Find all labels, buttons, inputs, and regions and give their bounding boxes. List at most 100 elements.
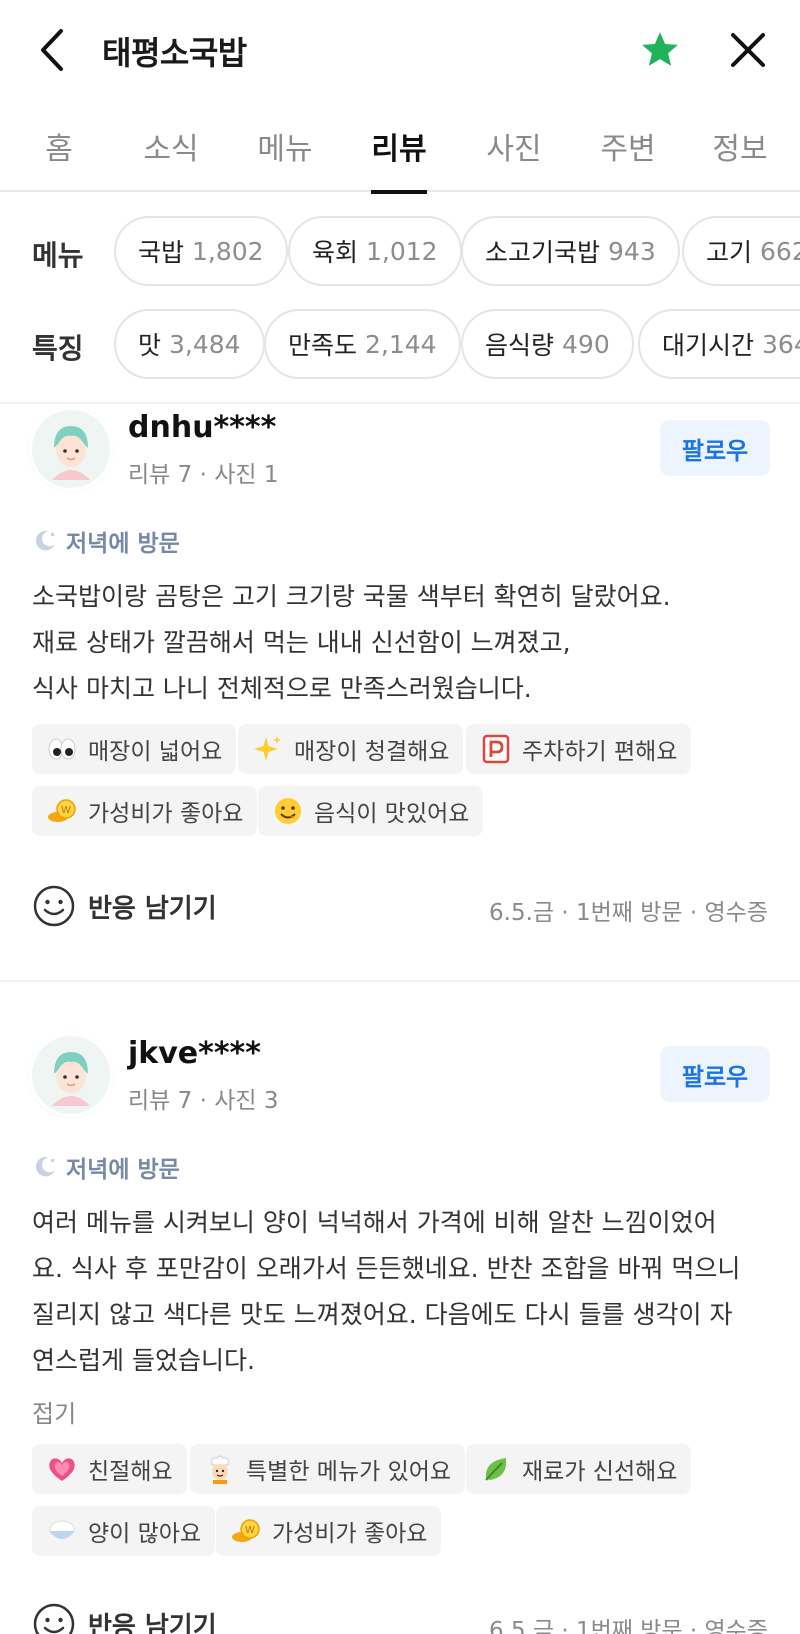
react-button[interactable]: 반응 남기기 [32, 884, 217, 928]
coins-icon: W [46, 795, 78, 827]
menu-chip[interactable]: 고기 662 [682, 216, 800, 286]
moon-icon [35, 530, 55, 551]
chip-name: 대기시간 [662, 331, 755, 360]
menu-chip[interactable]: 소고기국밥 943 [461, 216, 680, 286]
avatar[interactable] [32, 1036, 110, 1114]
feature-chip[interactable]: 음식량 490 [461, 309, 634, 379]
visit-time-label: 저녁에 방문 [66, 1157, 180, 1183]
avatar[interactable] [32, 410, 110, 488]
parking-icon [480, 733, 512, 765]
review-text: 소국밥이랑 곰탕은 고기 크기랑 국물 색부터 확연히 달랐어요. 재료 상태가… [32, 574, 772, 712]
chip-count: 3,484 [169, 329, 241, 359]
review-line: 질리지 않고 색다른 맛도 느껴졌어요. 다음에도 다시 들를 생각이 자 [32, 1300, 733, 1329]
review-line: 연스럽게 들었습니다. [32, 1346, 255, 1375]
chip-count: 1,802 [192, 236, 264, 266]
react-label: 반응 남기기 [88, 893, 217, 924]
user-stats: 리뷰 7 · 사진 1 [128, 462, 279, 488]
chip-name: 맛 [138, 331, 162, 360]
follow-button[interactable]: 팔로우 [660, 420, 770, 476]
top-bar: 태평소국밥 [0, 0, 800, 100]
divider [0, 980, 800, 982]
user-avatar-icon [32, 1036, 110, 1114]
keyword-tag: 주차하기 편해요 [466, 724, 692, 774]
leaf-icon [480, 1453, 512, 1485]
tab-bar: 홈 소식 메뉴 리뷰 사진 주변 정보 [0, 110, 800, 194]
tab-menu[interactable]: 메뉴 [253, 124, 317, 192]
user-stats: 리뷰 7 · 사진 3 [128, 1088, 279, 1114]
review-line: 식사 마치고 나니 전체적으로 만족스러웠습니다. [32, 674, 532, 703]
username[interactable]: jkve**** [128, 1036, 261, 1071]
tag-label: 가성비가 좋아요 [272, 1521, 428, 1547]
favorite-button[interactable] [636, 26, 684, 74]
tag-label: 주차하기 편해요 [522, 739, 678, 765]
fold-link[interactable]: 접기 [32, 1394, 76, 1429]
back-button[interactable] [28, 24, 76, 76]
eyes-icon [46, 733, 78, 765]
coins-icon: W [230, 1515, 262, 1547]
smile-icon [33, 1603, 75, 1634]
chevron-left-icon [41, 29, 63, 71]
tag-label: 매장이 넓어요 [88, 739, 223, 765]
yum-face-icon [272, 795, 304, 827]
review-line: 소국밥이랑 곰탕은 고기 크기랑 국물 색부터 확연히 달랐어요. [32, 582, 671, 611]
tag-label: 가성비가 좋아요 [88, 801, 244, 827]
chip-name: 음식량 [485, 331, 555, 360]
divider [0, 402, 800, 404]
menu-filter-label: 메뉴 [32, 239, 84, 272]
tab-nearby[interactable]: 주변 [596, 124, 660, 192]
heart-icon [46, 1453, 78, 1485]
star-icon [642, 32, 678, 66]
keyword-tag: 재료가 신선해요 [466, 1444, 692, 1494]
chip-name: 고기 [706, 238, 753, 267]
chip-name: 소고기국밥 [485, 238, 601, 267]
sparkles-icon [252, 733, 284, 765]
feature-chip[interactable]: 만족도 2,144 [264, 309, 461, 379]
review-line: 요. 식사 후 포만감이 오래가서 든든했네요. 반찬 조합을 바꿔 먹으니 [32, 1254, 741, 1283]
close-icon [731, 33, 765, 67]
tag-label: 특별한 메뉴가 있어요 [246, 1459, 452, 1485]
feature-filter-label: 특징 [32, 332, 84, 365]
menu-filter-row: 메뉴 국밥 1,802 육회 1,012 소고기국밥 943 고기 662 [0, 216, 800, 286]
tag-label: 재료가 신선해요 [522, 1459, 678, 1485]
tab-reviews[interactable]: 리뷰 [371, 124, 427, 194]
user-avatar-icon [32, 410, 110, 488]
keyword-tag: 특별한 메뉴가 있어요 [190, 1444, 466, 1494]
chip-count: 490 [562, 329, 610, 359]
review-meta: 6.5.금 · 1번째 방문 · 영수증 [489, 900, 768, 926]
tab-news[interactable]: 소식 [139, 124, 203, 192]
feature-chip[interactable]: 대기시간364 [638, 309, 800, 379]
tag-label: 친절해요 [88, 1459, 173, 1485]
tab-photos[interactable]: 사진 [482, 124, 546, 192]
follow-button[interactable]: 팔로우 [660, 1046, 770, 1102]
react-button[interactable]: 반응 남기기 [32, 1602, 217, 1634]
page-title: 태평소국밥 [102, 34, 247, 72]
chip-count: 1,012 [366, 236, 438, 266]
visit-time: 저녁에 방문 [32, 524, 180, 558]
menu-chip[interactable]: 육회 1,012 [288, 216, 462, 286]
rice-bowl-icon [46, 1515, 78, 1547]
chip-count: 2,144 [365, 329, 437, 359]
tab-home[interactable]: 홈 [34, 124, 84, 192]
username[interactable]: dnhu**** [128, 410, 276, 445]
keyword-tag: 매장이 넓어요 [32, 724, 237, 774]
tab-info[interactable]: 정보 [708, 124, 772, 192]
feature-chip[interactable]: 맛 3,484 [114, 309, 265, 379]
chip-count: 943 [608, 236, 656, 266]
tag-label: 음식이 맛있어요 [314, 801, 470, 827]
review-line: 재료 상태가 깔끔해서 먹는 내내 신선함이 느껴졌고, [32, 628, 571, 657]
keyword-tag: 매장이 청결해요 [238, 724, 464, 774]
svg-text:W: W [245, 1525, 255, 1536]
svg-text:W: W [61, 805, 71, 816]
keyword-tag: 음식이 맛있어요 [258, 786, 484, 836]
chip-name: 국밥 [138, 238, 185, 267]
keyword-tag: 양이 많아요 [32, 1506, 216, 1556]
keyword-tag: W 가성비가 좋아요 [32, 786, 258, 836]
keyword-tag: 친절해요 [32, 1444, 187, 1494]
chip-count: 364 [762, 329, 800, 359]
review-line: 여러 메뉴를 시켜보니 양이 넉넉해서 가격에 비해 알찬 느낌이었어 [32, 1208, 717, 1237]
close-button[interactable] [724, 26, 772, 74]
chip-name: 육회 [312, 238, 359, 267]
keyword-tag: W 가성비가 좋아요 [216, 1506, 442, 1556]
tag-label: 양이 많아요 [88, 1521, 202, 1547]
menu-chip[interactable]: 국밥 1,802 [114, 216, 288, 286]
